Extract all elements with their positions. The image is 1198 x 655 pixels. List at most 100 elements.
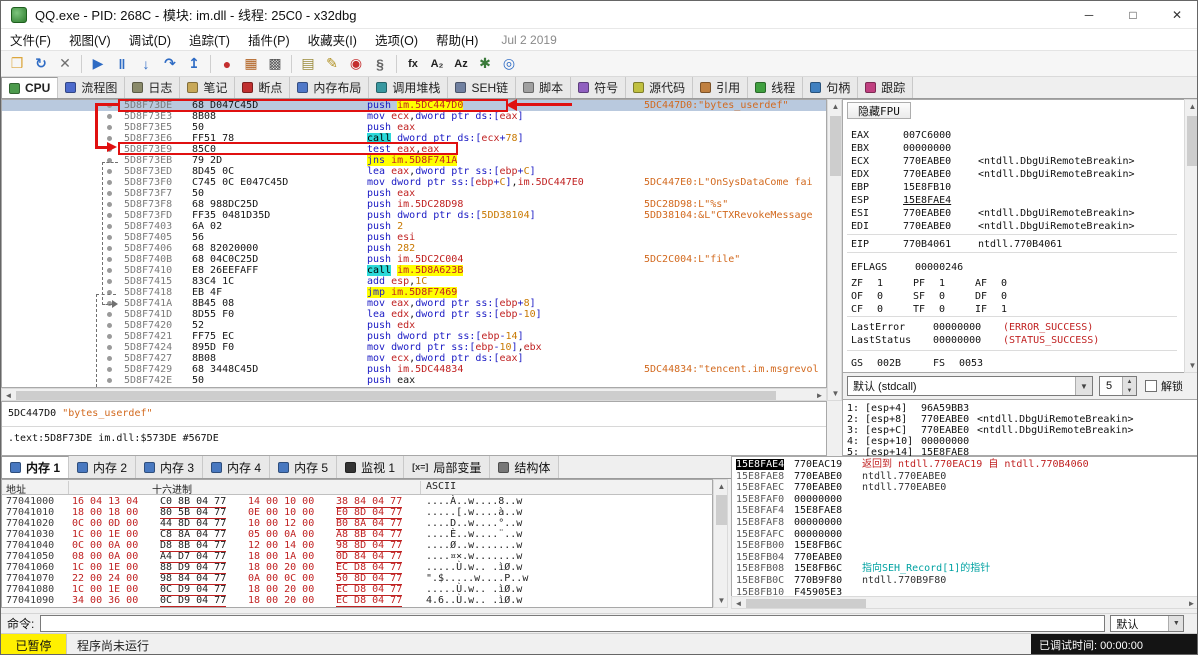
memory-col-hex[interactable]: 十六进制	[152, 481, 192, 496]
flags-row[interactable]: ZF 1 PF 1 AF 0	[843, 278, 1197, 290]
tab-memory-map[interactable]: 内存布局	[290, 77, 370, 98]
run-icon[interactable]: ▶	[87, 54, 109, 74]
highlight-icon[interactable]: Az	[450, 54, 472, 74]
memory-row[interactable]: 77041030 1C 00 1E 00 C8 8A 04 77 05 00 0A 0…	[2, 529, 712, 541]
breakpoint-list-icon[interactable]: ◉	[345, 54, 367, 74]
arg-count-spinner[interactable]: 5 ▲ ▼	[1099, 376, 1137, 396]
memory-map-icon[interactable]: ▦	[240, 54, 262, 74]
register-row-esi[interactable]: ESI 770EABE0 <ntdll.DbgUiRemoteBreakin>	[843, 208, 1197, 220]
pause-icon[interactable]: ‖	[111, 54, 133, 74]
log-icon[interactable]: ▤	[297, 54, 319, 74]
tab-references[interactable]: 引用	[693, 77, 749, 98]
disasm-vscrollbar[interactable]: ▲ ▼	[827, 99, 842, 401]
bottom-tab-struct[interactable]: 结构体	[490, 456, 560, 478]
search-icon[interactable]: ◎	[498, 54, 520, 74]
register-row-segments[interactable]: GS 002B FS 0053	[843, 358, 1197, 370]
disasm-row[interactable]: 5D8F7421 FF75 EC push dword ptr ss:[ebp-14…	[2, 331, 826, 342]
register-row-eax[interactable]: EAX 007C6000	[843, 130, 1197, 142]
disasm-row[interactable]: 5D8F7429 68 3448C45D push im.5DC44834 5DC44…	[2, 364, 826, 375]
breakpoint-dot-icon[interactable]	[107, 125, 112, 130]
step-over-icon[interactable]: ↷	[159, 54, 181, 74]
register-row-esp[interactable]: ESP 15E8FAE4	[843, 195, 1197, 207]
chevron-down-icon[interactable]: ▼	[1075, 377, 1092, 395]
disasm-row[interactable]: 5D8F740B 68 04C0C25D push im.5DC2C004 5DC2C…	[2, 254, 826, 265]
stack-row[interactable]: 15E8FAEC 770EABE0 ntdll.770EABE0	[732, 482, 1197, 493]
memory-row[interactable]: 77041020 0C 00 0D 00 44 8D 04 77 10 00 12 0…	[2, 518, 712, 530]
spinner-up-icon[interactable]: ▲	[1122, 377, 1136, 386]
disasm-row[interactable]: 5D8F741A 8B45 08 mov eax,dword ptr ss:[ebp…	[2, 298, 826, 309]
disasm-row[interactable]: 5D8F742E 50 push eax	[2, 375, 826, 386]
registers-vscrollbar[interactable]: ▲ ▼	[1184, 99, 1197, 373]
open-file-icon[interactable]: ❒	[6, 54, 28, 74]
register-row-eflags[interactable]: EFLAGS 00000246	[843, 262, 1197, 274]
tab-cpu[interactable]: CPU	[1, 77, 59, 98]
menu-item-2[interactable]: 视图(V)	[60, 30, 120, 49]
disasm-row[interactable]: 5D8F741D 8D55 F0 lea edx,dword ptr ss:[ebp…	[2, 309, 826, 320]
disasm-row[interactable]: 5D8F73F8 68 988DC25D push im.5DC28D98 5DC28…	[2, 199, 826, 210]
restart-icon[interactable]: ↻	[30, 54, 52, 74]
tab-seh-chain[interactable]: SEH链	[448, 77, 517, 98]
disasm-row[interactable]: 5D8F73E3 8B08 mov ecx,dword ptr ds:[eax]	[2, 111, 826, 122]
functions-icon[interactable]: fx	[402, 54, 424, 74]
menu-item-8[interactable]: 帮助(H)	[427, 30, 487, 49]
tab-symbols[interactable]: 符号	[571, 77, 627, 98]
stack-row[interactable]: 15E8FAF8 00000000	[732, 517, 1197, 528]
tab-breakpoints[interactable]: 断点	[235, 77, 291, 98]
bottom-tab-memory[interactable]: 内存 1	[1, 456, 70, 478]
menu-item-4[interactable]: 追踪(T)	[180, 30, 239, 49]
memory-row[interactable]: 77041000 16 04 13 04 C0 8B 04 77 14 00 10 0…	[2, 496, 712, 508]
register-row-ebp[interactable]: EBP 15E8FB10	[843, 182, 1197, 194]
flags-row[interactable]: CF 0 TF 0 IF 1	[843, 304, 1197, 316]
memory-col-address[interactable]: 地址	[6, 481, 26, 496]
stack-row[interactable]: 15E8FAF4 15E8FAE8	[732, 505, 1197, 516]
stack-row[interactable]: 15E8FAF0 00000000	[732, 494, 1197, 505]
disasm-row[interactable]: 5D8F73EB 79 2D jns im.5D8F741A	[2, 155, 826, 166]
disasm-hscrollbar[interactable]: ◄ ►	[1, 388, 827, 401]
hide-fpu-button[interactable]: 隐藏FPU	[847, 102, 911, 119]
memory-row[interactable]: 77041040 0C 00 0A 00 D8 8B 04 77 12 00 14 0…	[2, 540, 712, 552]
spinner-down-icon[interactable]: ▼	[1122, 386, 1136, 395]
tab-notes[interactable]: 笔记	[180, 77, 236, 98]
tab-source[interactable]: 源代码	[626, 77, 694, 98]
memory-vscrollbar[interactable]: ▲ ▼	[713, 479, 728, 608]
stack-row[interactable]: 15E8FB04 770EABE0	[732, 552, 1197, 563]
disasm-row[interactable]: 5D8F73F7 50 push eax	[2, 188, 826, 199]
disasm-row[interactable]: 5D8F7406 68 82020000 push 282	[2, 243, 826, 254]
disasm-row[interactable]: 5D8F7424 895D F0 mov dword ptr ss:[ebp-10]…	[2, 342, 826, 353]
menu-item-5[interactable]: 插件(P)	[239, 30, 299, 49]
patches-icon[interactable]: ▩	[264, 54, 286, 74]
register-row-edx[interactable]: EDX 770EABE0 <ntdll.DbgUiRemoteBreakin>	[843, 169, 1197, 181]
tab-call-stack[interactable]: 调用堆栈	[369, 77, 449, 98]
bottom-tab-memory[interactable]: 内存 3	[136, 456, 204, 478]
command-mode-select[interactable]: 默认 ▼	[1110, 615, 1185, 632]
chevron-down-icon[interactable]: ▼	[1168, 616, 1184, 631]
menu-item-7[interactable]: 选项(O)	[366, 30, 427, 49]
close-button[interactable]: ✕	[1155, 1, 1197, 29]
disasm-row[interactable]: 5D8F7420 52 push edx	[2, 320, 826, 331]
memory-row[interactable]: 77041090 34 00 36 00 0C D9 04 77 18 00 20 0…	[2, 595, 712, 607]
bottom-tab-memory[interactable]: 内存 4	[203, 456, 271, 478]
memory-row[interactable]: 77041010 18 00 18 00 80 5B 04 77 0E 00 10 0…	[2, 507, 712, 519]
memory-col-ascii[interactable]: ASCII	[426, 481, 456, 492]
bottom-tab-locals[interactable]: [x=] 局部变量	[404, 456, 491, 478]
stack-row[interactable]: 15E8FAE8 770EABE0 ntdll.770EABE0	[732, 471, 1197, 482]
unlock-checkbox[interactable]: 解锁	[1145, 378, 1183, 394]
stack-row[interactable]: 15E8FB0C 770B9F80 ntdll.770B9F80	[732, 575, 1197, 586]
char-case-icon[interactable]: A₂	[426, 54, 448, 74]
disasm-row[interactable]: 5D8F73E5 50 push eax	[2, 122, 826, 133]
register-row-edi[interactable]: EDI 770EABE0 <ntdll.DbgUiRemoteBreakin>	[843, 221, 1197, 233]
menu-item-1[interactable]: 文件(F)	[1, 30, 60, 49]
tab-threads[interactable]: 线程	[748, 77, 804, 98]
close-process-icon[interactable]: ✕	[54, 54, 76, 74]
disasm-row[interactable]: 5D8F7405 56 push esi	[2, 232, 826, 243]
memory-row[interactable]: 77041060 1C 00 1E 00 88 D9 04 77 18 00 20 0…	[2, 562, 712, 574]
breakpoint-dot-icon[interactable]	[107, 114, 112, 119]
script-icon[interactable]: §	[369, 54, 391, 74]
memory-row[interactable]: 77041070 22 00 24 00 98 84 04 77 0A 00 0C 0…	[2, 573, 712, 585]
register-row-lasterror[interactable]: LastError 00000000 (ERROR_SUCCESS)	[843, 322, 1197, 334]
settings-icon[interactable]: ✱	[474, 54, 496, 74]
tab-graph[interactable]: 流程图	[58, 77, 126, 98]
tab-handles[interactable]: 句柄	[803, 77, 859, 98]
minimize-button[interactable]: ─	[1067, 1, 1111, 29]
stack-row[interactable]: 15E8FAE4 770EAC19 返回到 ntdll.770EAC19 自 ntd…	[732, 459, 1197, 470]
